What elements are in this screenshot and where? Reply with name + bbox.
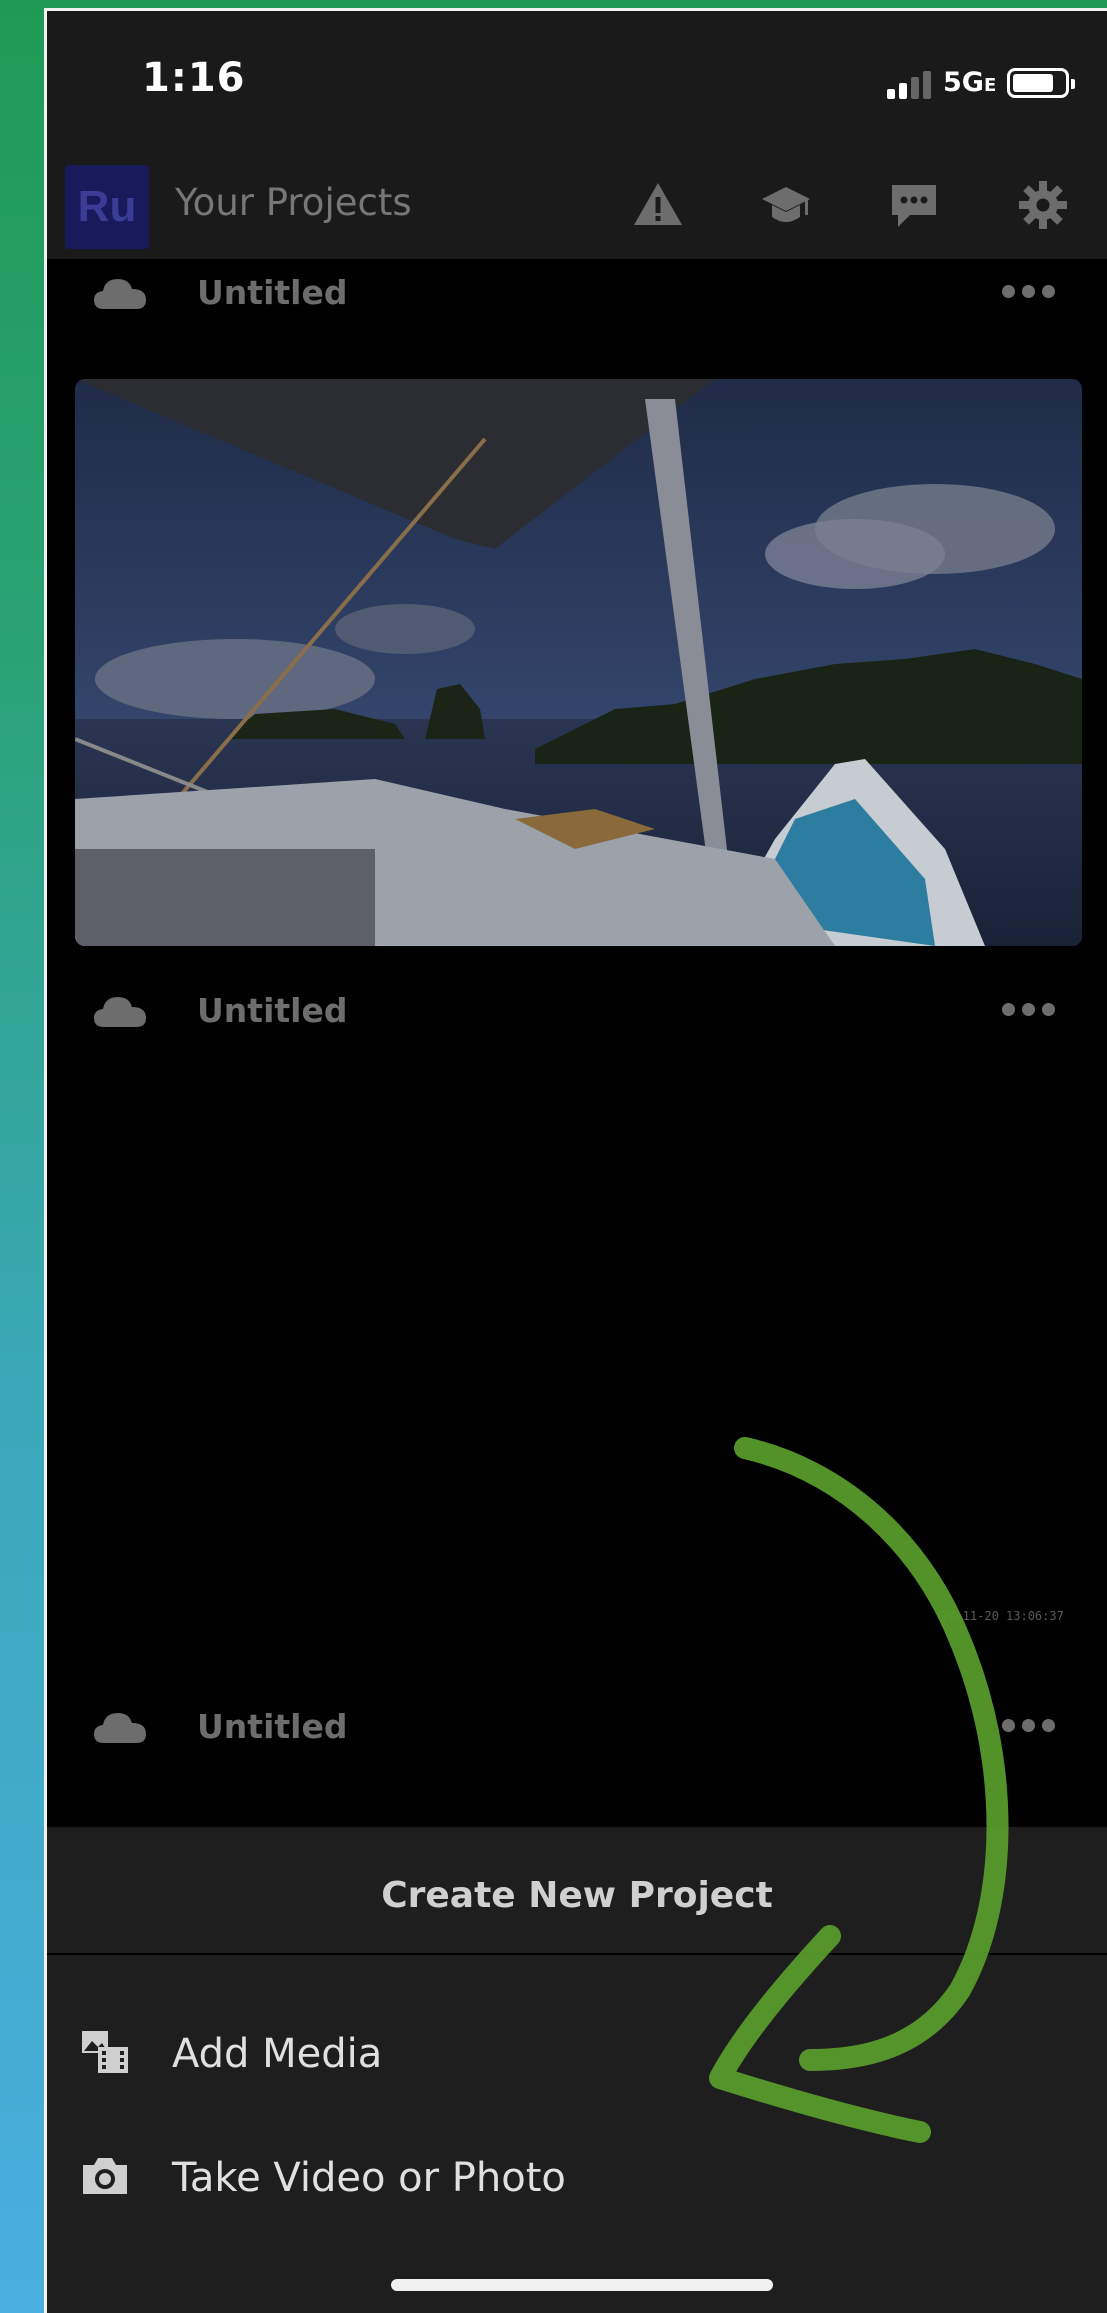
- app-header: Ru Your Projects: [47, 151, 1107, 259]
- sheet-divider: [47, 1953, 1107, 1955]
- signal-icon: [887, 71, 933, 99]
- feedback-icon[interactable]: [886, 177, 942, 233]
- project-name: Untitled: [197, 991, 348, 1030]
- project-row[interactable]: Untitled: [47, 1697, 1107, 1767]
- add-media-button[interactable]: Add Media: [47, 2007, 1107, 2097]
- gear-icon[interactable]: [1015, 177, 1071, 233]
- phone-screen: 1:16 5GE Ru Your Projects Untitled Untit…: [44, 8, 1107, 2313]
- app-logo: Ru: [65, 165, 149, 249]
- thumbnail-timestamp: 20-11-20 13:06:37: [941, 1609, 1064, 1623]
- project-name: Untitled: [197, 273, 348, 312]
- add-media-label: Add Media: [172, 2031, 383, 2077]
- warning-icon[interactable]: [630, 177, 686, 233]
- cloud-icon: [92, 1707, 148, 1747]
- cloud-icon: [92, 273, 148, 313]
- status-bar: 1:16 5GE: [47, 11, 1107, 151]
- network-type: 5GE: [943, 67, 997, 98]
- create-project-sheet: Create New Project Add Media Take Video …: [47, 1827, 1107, 2313]
- status-time: 1:16: [142, 55, 246, 101]
- home-indicator: [391, 2279, 773, 2291]
- page-title: Your Projects: [175, 181, 412, 224]
- more-options-icon[interactable]: [1002, 1719, 1056, 1733]
- project-thumbnail[interactable]: [75, 379, 1082, 946]
- more-options-icon[interactable]: [1002, 285, 1056, 299]
- battery-icon: [1007, 68, 1075, 98]
- add-media-icon: [80, 2027, 130, 2077]
- camera-icon: [80, 2151, 130, 2201]
- cloud-icon: [92, 991, 148, 1031]
- project-row[interactable]: Untitled: [47, 263, 1107, 333]
- take-video-photo-button[interactable]: Take Video or Photo: [47, 2131, 1107, 2221]
- take-video-photo-label: Take Video or Photo: [172, 2155, 566, 2201]
- more-options-icon[interactable]: [1002, 1003, 1056, 1017]
- sheet-title: Create New Project: [381, 1875, 773, 1916]
- project-row[interactable]: Untitled: [47, 981, 1107, 1051]
- project-name: Untitled: [197, 1707, 348, 1746]
- learn-icon[interactable]: [758, 177, 814, 233]
